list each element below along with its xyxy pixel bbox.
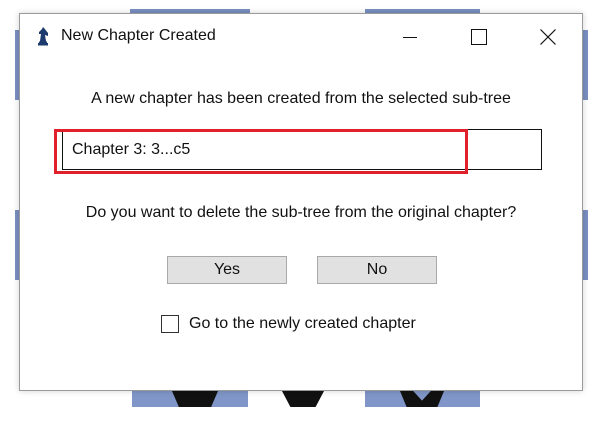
yes-button[interactable]: Yes [167,256,287,284]
goto-chapter-option[interactable]: Go to the newly created chapter [161,313,416,335]
new-chapter-dialog: New Chapter Created A new chapter has be… [19,13,583,391]
goto-chapter-checkbox[interactable] [161,315,179,333]
close-button[interactable] [525,14,571,60]
chess-piece-icon [172,391,218,407]
goto-chapter-label: Go to the newly created chapter [189,315,416,332]
no-button[interactable]: No [317,256,437,284]
chapter-name-input[interactable] [62,129,542,170]
maximize-button[interactable] [456,14,502,60]
delete-question: Do you want to delete the sub-tree from … [85,204,517,221]
chess-knight-icon [36,26,50,46]
title-bar[interactable]: New Chapter Created [20,14,582,60]
board-edge-right [583,30,588,100]
minimize-icon [403,30,417,44]
dialog-title: New Chapter Created [61,27,216,44]
created-message: A new chapter has been created from the … [91,90,511,107]
board-edge-right [583,210,588,280]
close-icon [540,29,556,45]
minimize-button[interactable] [387,14,433,60]
maximize-icon [471,29,487,45]
chess-piece-icon [282,391,324,407]
